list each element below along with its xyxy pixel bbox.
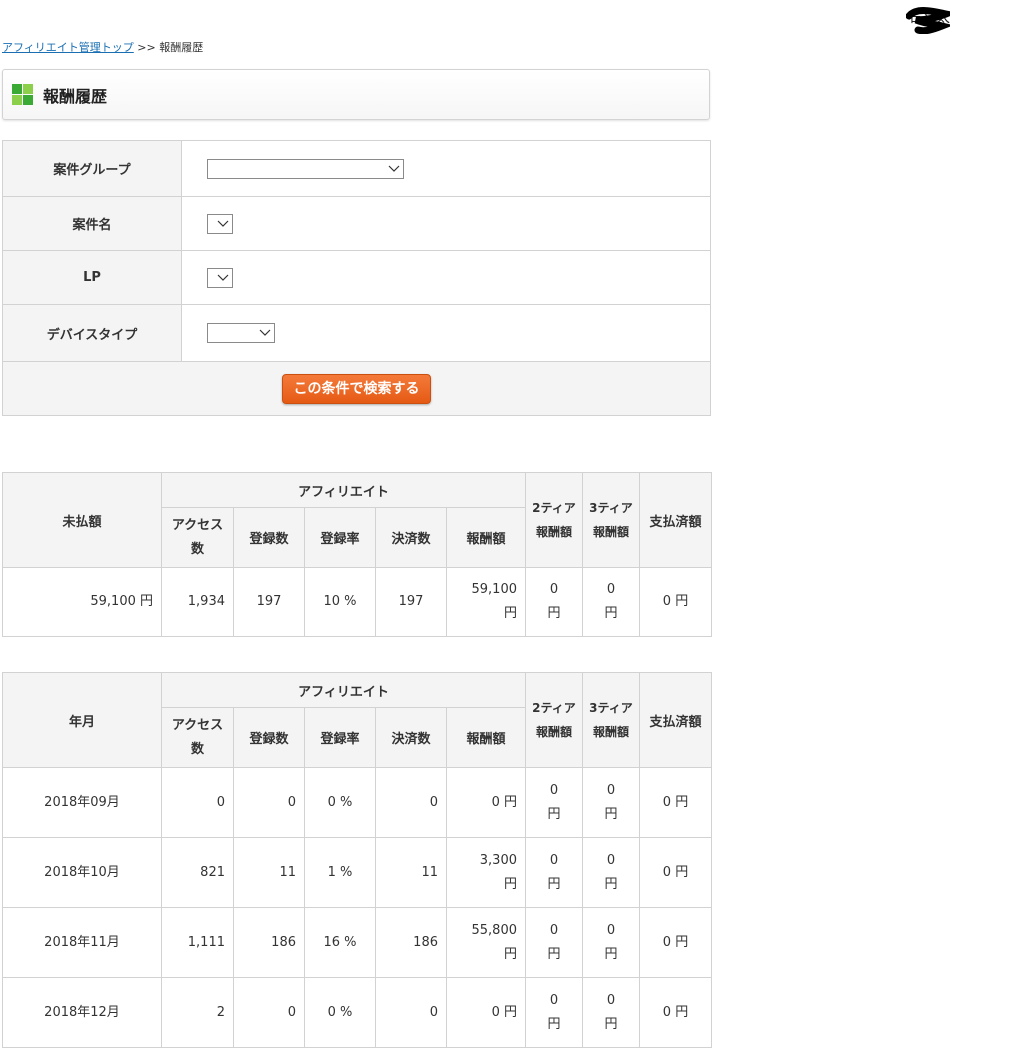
lp-label: LP [2, 250, 182, 305]
paid-cell: 0 円 [639, 907, 712, 978]
rate-cell: 16 % [304, 907, 376, 978]
tier2-cell: 0円 [525, 977, 583, 1048]
paid-cell: 0 円 [639, 977, 712, 1048]
unpaid-header: 未払額 [2, 472, 162, 568]
reg-cell: 0 [233, 977, 305, 1048]
reg-value: 197 [233, 567, 305, 637]
tier2-cell: 0円 [525, 907, 583, 978]
reward-header: 報酬額 [446, 707, 526, 768]
grid-icon [12, 84, 33, 105]
lp-select[interactable] [207, 267, 233, 288]
access-cell: 1,111 [161, 907, 234, 978]
rate-value: 10 % [304, 567, 376, 637]
access-cell: 0 [161, 767, 234, 838]
access-header: アクセス数 [161, 707, 234, 768]
reward-value: 59,100 円 [446, 567, 526, 637]
name-label: 案件名 [2, 196, 182, 251]
tier2-cell: 0円 [525, 837, 583, 908]
name-select[interactable] [207, 213, 233, 234]
settle-value: 197 [375, 567, 447, 637]
settle-header: 決済数 [375, 707, 447, 768]
table-row: 2018年10月 821 11 1 % 11 3,300 円 0円 0円 0 円 [2, 837, 712, 908]
reg-header: 登録数 [233, 707, 305, 768]
reward-header: 報酬額 [446, 507, 526, 568]
device-label: デバイスタイプ [2, 304, 182, 362]
paid-value: 0 円 [639, 567, 712, 637]
breadcrumb: アフィリエイト管理トップ >> 報酬履歴 [2, 39, 203, 55]
chevron-down-icon [217, 274, 229, 281]
group-label: 案件グループ [2, 140, 182, 197]
rate-header: 登録率 [304, 507, 376, 568]
paid-header: 支払済額 [639, 672, 712, 768]
page-title-box: 報酬履歴 [2, 69, 710, 120]
settle-cell: 0 [375, 977, 447, 1048]
access-value: 1,934 [161, 567, 234, 637]
rate-cell: 0 % [304, 767, 376, 838]
settle-cell: 0 [375, 767, 447, 838]
reward-cell: 55,800 円 [446, 907, 526, 978]
chevron-down-icon [388, 165, 400, 172]
chevron-down-icon [259, 329, 271, 336]
month-cell: 2018年11月 [2, 907, 162, 978]
reg-cell: 186 [233, 907, 305, 978]
tier3-cell: 0円 [582, 837, 640, 908]
rate-cell: 0 % [304, 977, 376, 1048]
tier3-value: 0円 [582, 567, 640, 637]
access-cell: 821 [161, 837, 234, 908]
paid-cell: 0 円 [639, 837, 712, 908]
month-cell: 2018年12月 [2, 977, 162, 1048]
summary-table: 未払額 アフィリエイト 2ティア 報酬額 3ティア 報酬額 支払済額 アクセス数 登… [2, 472, 712, 637]
tier3-cell: 0円 [582, 767, 640, 838]
breadcrumb-separator: >> [137, 41, 156, 54]
breadcrumb-link-affiliate-top[interactable]: アフィリエイト管理トップ [2, 41, 134, 54]
reg-cell: 11 [233, 837, 305, 908]
paid-header: 支払済額 [639, 472, 712, 568]
reward-cell: 0 円 [446, 977, 526, 1048]
settle-cell: 11 [375, 837, 447, 908]
reg-header: 登録数 [233, 507, 305, 568]
summary-row: 59,100 円 1,934 197 10 % 197 59,100 円 0円 0… [2, 567, 712, 637]
page-title: 報酬履歴 [43, 87, 108, 106]
filter-form: 案件グループ 案件名 LP デバイスタイプ この条件で検索する [2, 140, 711, 416]
rate-header: 登録率 [304, 707, 376, 768]
table-row: 2018年11月 1,111 186 16 % 186 55,800 円 0円 0… [2, 907, 712, 978]
tier2-cell: 0円 [525, 767, 583, 838]
unpaid-value: 59,100 円 [2, 567, 162, 637]
tier3-cell: 0円 [582, 907, 640, 978]
tier3-cell: 0円 [582, 977, 640, 1048]
search-button[interactable]: この条件で検索する [282, 373, 431, 404]
month-header: 年月 [2, 672, 162, 768]
table-row: 2018年12月 2 0 0 % 0 0 円 0円 0円 0 円 [2, 977, 712, 1048]
settle-cell: 186 [375, 907, 447, 978]
affiliate-header: アフィリエイト [161, 472, 526, 508]
tier3-header: 3ティア 報酬額 [582, 672, 640, 768]
settle-header: 決済数 [375, 507, 447, 568]
reg-cell: 0 [233, 767, 305, 838]
tier3-header: 3ティア 報酬額 [582, 472, 640, 568]
tier2-header: 2ティア 報酬額 [525, 472, 583, 568]
chevron-down-icon [217, 220, 229, 227]
month-cell: 2018年09月 [2, 767, 162, 838]
tier2-header: 2ティア 報酬額 [525, 672, 583, 768]
breadcrumb-current: 報酬履歴 [159, 41, 204, 54]
access-header: アクセス数 [161, 507, 234, 568]
reward-cell: 3,300 円 [446, 837, 526, 908]
redaction-scribble [906, 7, 950, 34]
table-row: 2018年09月 0 0 0 % 0 0 円 0円 0円 0 円 [2, 767, 712, 838]
access-cell: 2 [161, 977, 234, 1048]
tier2-value: 0円 [525, 567, 583, 637]
group-select[interactable] [207, 158, 404, 179]
reward-cell: 0 円 [446, 767, 526, 838]
device-select[interactable] [207, 323, 275, 343]
affiliate-header: アフィリエイト [161, 672, 526, 708]
monthly-table: 年月 アフィリエイト 2ティア 報酬額 3ティア 報酬額 支払済額 アクセス数 登録… [2, 672, 712, 1048]
month-cell: 2018年10月 [2, 837, 162, 908]
rate-cell: 1 % [304, 837, 376, 908]
paid-cell: 0 円 [639, 767, 712, 838]
